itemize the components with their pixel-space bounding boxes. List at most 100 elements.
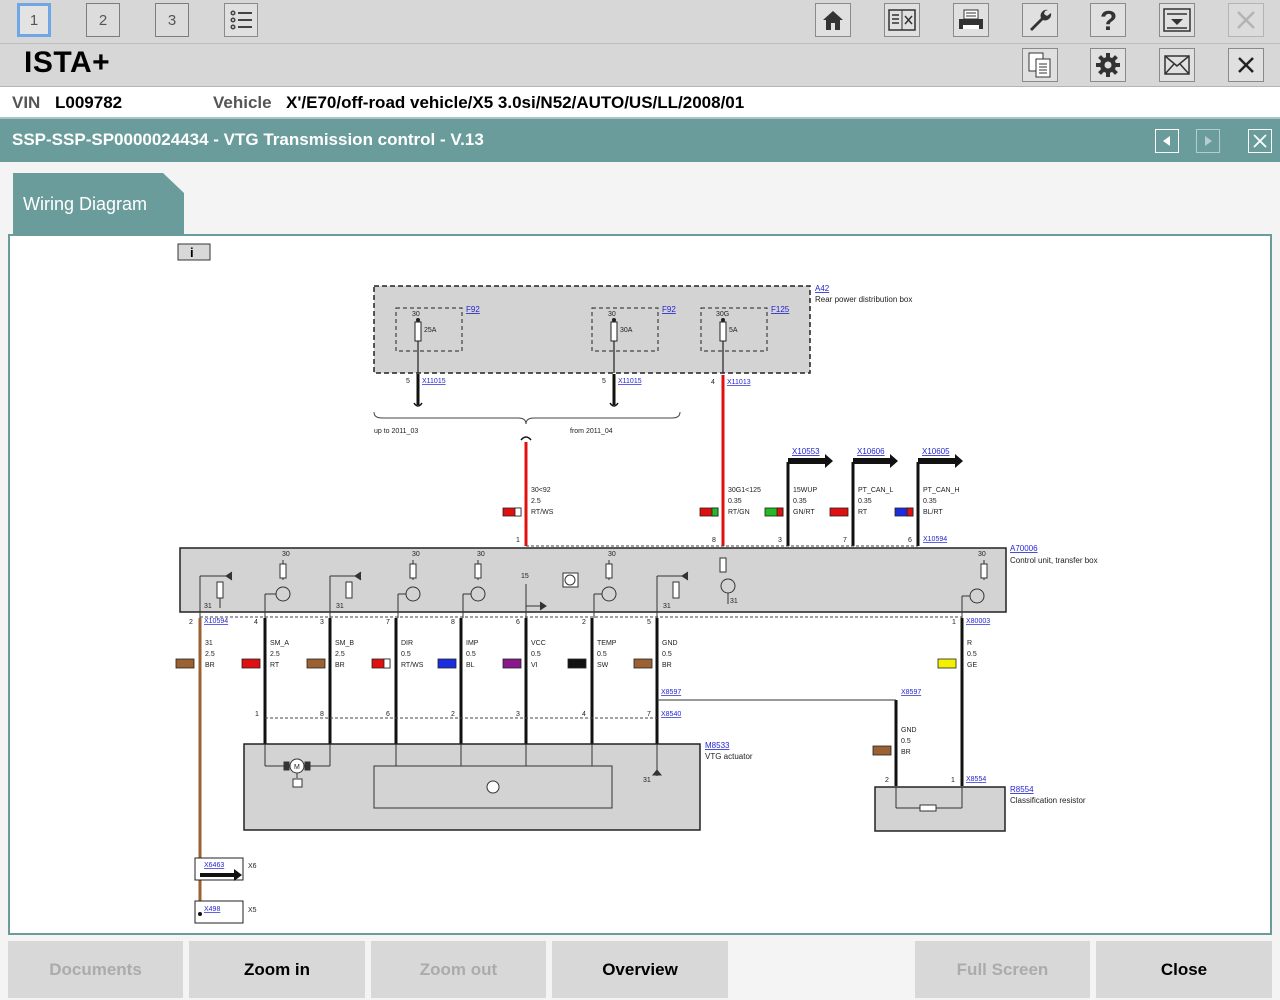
b9-signal: R bbox=[967, 640, 972, 647]
fuse-1-symbol bbox=[414, 321, 422, 342]
a70006-ref-link[interactable]: A70006 bbox=[1010, 544, 1038, 553]
wiring-diagram-panel[interactable]: i A42 Rear power distribution box 30 25A… bbox=[8, 234, 1272, 935]
act-pin-6: 6 bbox=[386, 711, 390, 718]
fuse-3-rating: 5A bbox=[729, 327, 738, 334]
conn-x10594-top[interactable]: X10594 bbox=[923, 536, 947, 543]
info-button[interactable]: i bbox=[177, 243, 211, 261]
conn-x10594-bottom[interactable]: X10594 bbox=[204, 618, 228, 625]
top-pin-1: 1 bbox=[516, 537, 520, 544]
term-31-d: 31 bbox=[730, 598, 738, 605]
conn-x11015-b[interactable]: X11015 bbox=[618, 378, 642, 385]
previous-button[interactable] bbox=[1155, 129, 1179, 153]
next-button[interactable] bbox=[1196, 129, 1220, 153]
bot-pin-3: 3 bbox=[320, 619, 324, 626]
w3-signal: 15WUP bbox=[793, 487, 817, 494]
conn-x8597-a[interactable]: X8597 bbox=[661, 689, 681, 696]
bot-pin-4: 4 bbox=[254, 619, 258, 626]
fuse-3-ref-link[interactable]: F125 bbox=[771, 305, 790, 314]
home-button[interactable] bbox=[815, 3, 851, 37]
pin-a42-5a: 5 bbox=[406, 378, 410, 385]
zoom-in-button[interactable]: Zoom in bbox=[189, 941, 365, 998]
ista-app: 1 2 3 ? ISTA+ VIN L009782 Vehicle X'/E70… bbox=[0, 0, 1280, 1000]
bot-pin-6: 6 bbox=[516, 619, 520, 626]
tab-3-label: 3 bbox=[167, 11, 177, 29]
conn-x10606[interactable]: X10606 bbox=[857, 447, 885, 456]
message-button[interactable] bbox=[1159, 48, 1195, 82]
b3-signal: SM_B bbox=[335, 640, 354, 647]
copy-button[interactable] bbox=[1022, 48, 1058, 82]
b1-size: 2.5 bbox=[205, 651, 215, 658]
b2-size: 2.5 bbox=[270, 651, 280, 658]
b9-size: 0.5 bbox=[967, 651, 977, 658]
conn-x10553[interactable]: X10553 bbox=[792, 447, 820, 456]
b4-size: 0.5 bbox=[401, 651, 411, 658]
tab-2[interactable]: 2 bbox=[86, 3, 120, 37]
r-pin-1: 1 bbox=[951, 777, 955, 784]
b1-color: BR bbox=[205, 662, 215, 669]
section-tab-label: Wiring Diagram bbox=[23, 194, 148, 214]
term-30-c: 30 bbox=[477, 551, 485, 558]
vehicle-label: Vehicle bbox=[213, 93, 272, 112]
service-button[interactable] bbox=[1022, 3, 1058, 37]
r8554-ref-link[interactable]: R8554 bbox=[1010, 785, 1034, 794]
a42-ref-link[interactable]: A42 bbox=[815, 284, 830, 293]
conn-x11013[interactable]: X11013 bbox=[727, 379, 751, 386]
print-button[interactable] bbox=[953, 3, 989, 37]
fuse-2-term: 30 bbox=[608, 311, 616, 318]
term-30-d: 30 bbox=[608, 551, 616, 558]
info-icon: i bbox=[190, 245, 194, 260]
settings-button[interactable] bbox=[1090, 48, 1126, 82]
minimize-button[interactable] bbox=[1159, 3, 1195, 37]
r8554-name: Classification resistor bbox=[1010, 796, 1086, 805]
vehicle-info-bar: VIN L009782 Vehicle X'/E70/off-road vehi… bbox=[0, 87, 1280, 117]
close-document-button[interactable] bbox=[1248, 129, 1272, 153]
fuse-2-ref-link[interactable]: F92 bbox=[662, 305, 676, 314]
compare-button[interactable] bbox=[884, 3, 920, 37]
list-view-button[interactable] bbox=[224, 3, 258, 37]
w3-size: 0.35 bbox=[793, 498, 807, 505]
b9-color: GE bbox=[967, 662, 977, 669]
tab-1[interactable]: 1 bbox=[17, 3, 51, 37]
fuse-1-ref-link[interactable]: F92 bbox=[466, 305, 480, 314]
wiring-diagram[interactable]: i A42 Rear power distribution box 30 25A… bbox=[10, 236, 1270, 933]
conn-x80003[interactable]: X80003 bbox=[966, 618, 990, 625]
dropdown-panel-icon bbox=[1163, 8, 1191, 32]
conn-x498[interactable]: X498 bbox=[204, 906, 220, 913]
help-button[interactable]: ? bbox=[1090, 3, 1126, 37]
documents-button[interactable]: Documents bbox=[8, 941, 183, 998]
list-icon bbox=[230, 10, 252, 30]
tab-3[interactable]: 3 bbox=[155, 3, 189, 37]
vin-value: L009782 bbox=[55, 93, 123, 112]
x5-label: X5 bbox=[248, 907, 257, 914]
bot-pin-5: 5 bbox=[647, 619, 651, 626]
exit-button[interactable] bbox=[1228, 3, 1264, 37]
close-window-button[interactable] bbox=[1228, 48, 1264, 82]
w1-color: RT/WS bbox=[531, 509, 554, 516]
conn-x8554[interactable]: X8554 bbox=[966, 776, 986, 783]
close-icon bbox=[1238, 57, 1254, 73]
close-button[interactable]: Close bbox=[1096, 941, 1272, 998]
full-screen-button[interactable]: Full Screen bbox=[915, 941, 1090, 998]
bot-pin-1: 1 bbox=[952, 619, 956, 626]
title-bar: ISTA+ bbox=[0, 44, 1280, 87]
overview-button[interactable]: Overview bbox=[552, 941, 728, 998]
section-tab-wiring-diagram[interactable]: Wiring Diagram bbox=[13, 173, 184, 234]
conn-x8540[interactable]: X8540 bbox=[661, 711, 681, 718]
conn-x11015-a[interactable]: X11015 bbox=[422, 378, 446, 385]
m8533-ref-link[interactable]: M8533 bbox=[705, 741, 730, 750]
conn-x6463[interactable]: X6463 bbox=[204, 862, 224, 869]
gear-icon bbox=[1096, 53, 1120, 77]
w5-color: BL/RT bbox=[923, 509, 943, 516]
conn-x10605[interactable]: X10605 bbox=[922, 447, 950, 456]
bot-pin-2b: 2 bbox=[582, 619, 586, 626]
term-30-e: 30 bbox=[978, 551, 986, 558]
b3-color: BR bbox=[335, 662, 345, 669]
zoom-out-button[interactable]: Zoom out bbox=[371, 941, 546, 998]
w4-color-swatch bbox=[829, 507, 849, 517]
w4-signal: PT_CAN_L bbox=[858, 487, 894, 494]
triangle-left-icon bbox=[1163, 136, 1170, 146]
resistor-symbol bbox=[919, 804, 937, 812]
pin-a42-4: 4 bbox=[711, 379, 715, 386]
term-31-a: 31 bbox=[204, 603, 212, 610]
conn-x8597-b[interactable]: X8597 bbox=[901, 689, 921, 696]
